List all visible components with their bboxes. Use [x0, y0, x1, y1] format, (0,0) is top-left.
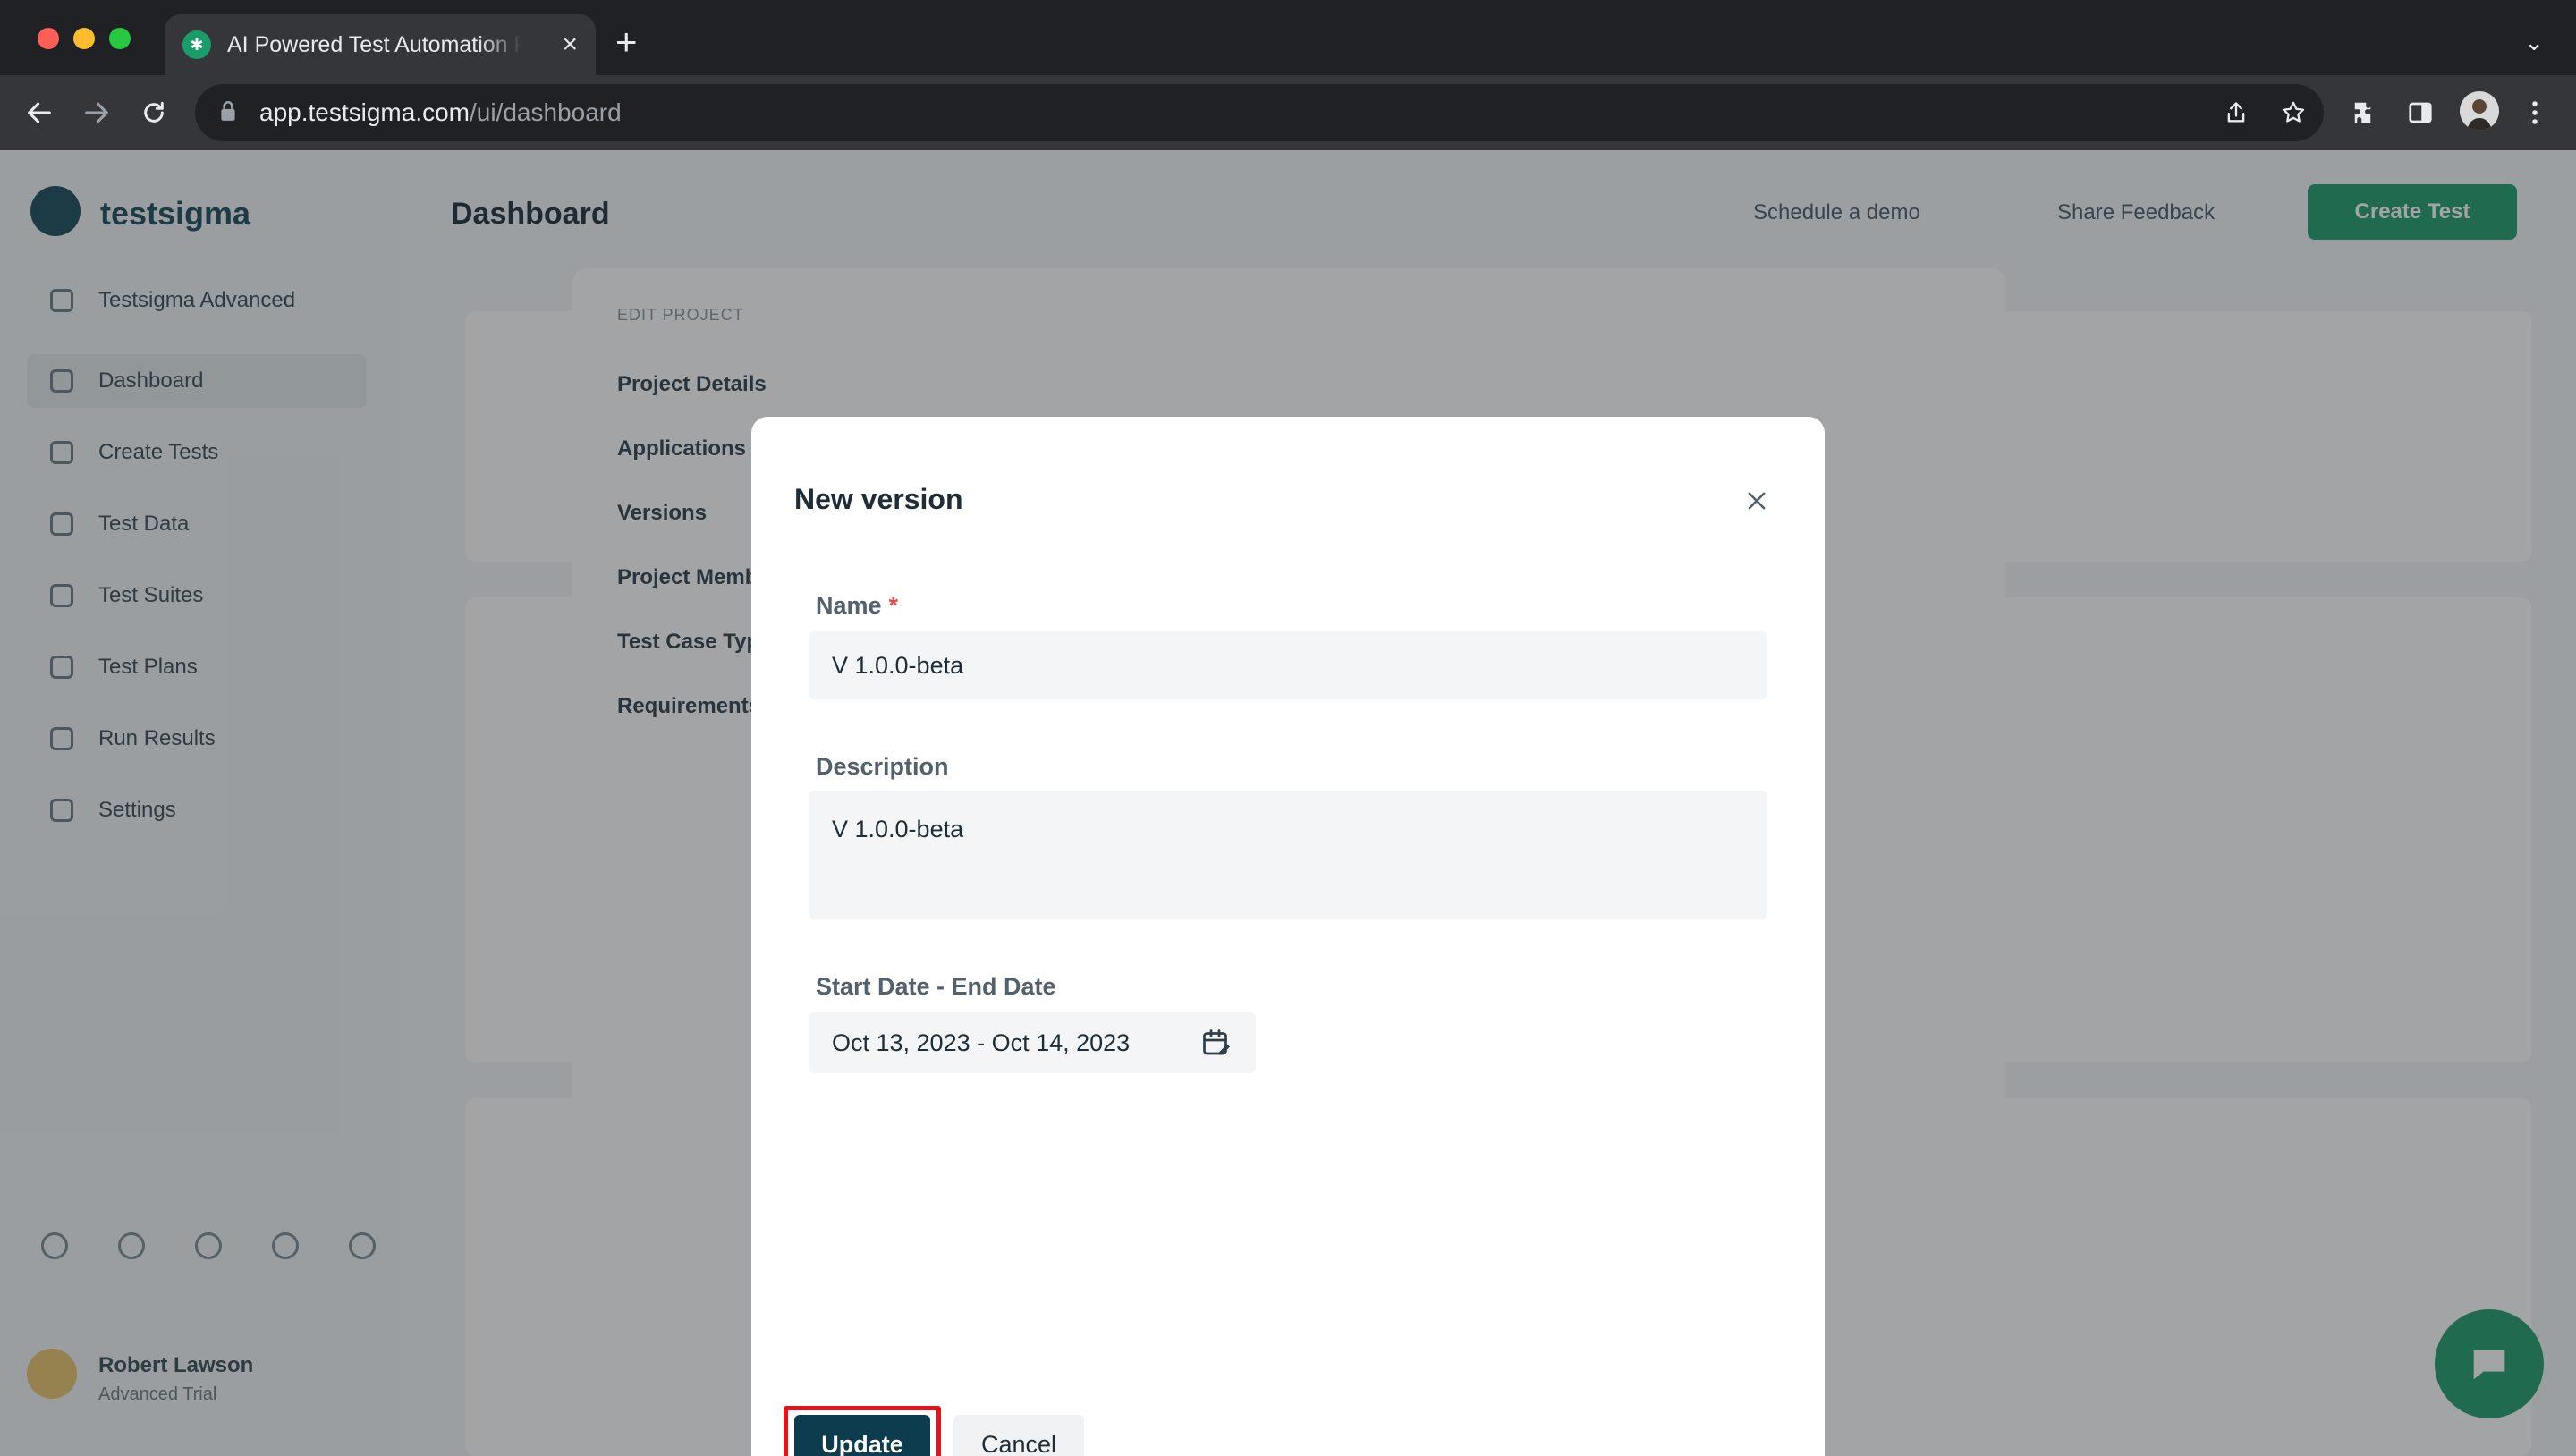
dialog-title: New version — [794, 483, 963, 515]
side-panel-icon[interactable] — [2401, 93, 2440, 132]
close-tab-icon[interactable]: × — [562, 31, 578, 58]
close-icon[interactable] — [1741, 485, 1773, 517]
browser-tab[interactable]: ✱ AI Powered Test Automation Platform × — [165, 14, 596, 75]
app-page: testsigma Testsigma Advanced Dashboard C… — [0, 150, 2576, 1456]
date-range-value: Oct 13, 2023 - Oct 14, 2023 — [832, 1029, 1131, 1056]
testsigma-favicon-icon: ✱ — [182, 30, 211, 59]
calendar-edit-icon[interactable] — [1200, 1027, 1233, 1059]
tab-search-chevron-icon[interactable]: ⌄ — [2524, 30, 2544, 54]
name-label: Name * — [816, 592, 899, 619]
browser-menu-icon[interactable] — [2515, 93, 2555, 132]
share-icon[interactable] — [2222, 98, 2250, 127]
tab-title: AI Powered Test Automation Platform — [227, 31, 522, 57]
description-label: Description — [816, 753, 949, 780]
address-bar[interactable]: app.testsigma.com/ui/dashboard — [195, 84, 2324, 141]
extensions-puzzle-icon[interactable] — [2345, 93, 2385, 132]
required-asterisk: * — [888, 592, 899, 619]
name-field[interactable]: V 1.0.0-beta — [809, 631, 1767, 699]
new-tab-icon[interactable]: + — [615, 23, 638, 61]
back-arrow-icon[interactable] — [18, 91, 61, 134]
window-maximize-button[interactable] — [109, 28, 131, 49]
forward-arrow-icon[interactable] — [75, 91, 118, 134]
lock-icon — [218, 99, 238, 127]
date-range-label: Start Date - End Date — [816, 973, 1056, 1000]
date-range-field[interactable]: Oct 13, 2023 - Oct 14, 2023 — [809, 1012, 1256, 1073]
browser-toolbar: app.testsigma.com/ui/dashboard — [0, 75, 2576, 150]
bookmark-star-icon[interactable] — [2279, 98, 2308, 127]
new-version-dialog: New version Name * V 1.0.0-beta Descripti… — [751, 417, 1825, 1456]
url-text: app.testsigma.com/ui/dashboard — [259, 98, 622, 126]
profile-avatar[interactable] — [2460, 91, 2499, 131]
description-field[interactable]: V 1.0.0-beta — [809, 791, 1767, 919]
window-close-button[interactable] — [38, 28, 59, 49]
update-button[interactable]: Update — [794, 1415, 930, 1456]
window-minimize-button[interactable] — [73, 28, 95, 49]
cancel-button[interactable]: Cancel — [953, 1415, 1084, 1456]
browser-tab-strip: ✱ AI Powered Test Automation Platform × … — [0, 0, 2576, 75]
reload-icon[interactable] — [132, 91, 175, 134]
